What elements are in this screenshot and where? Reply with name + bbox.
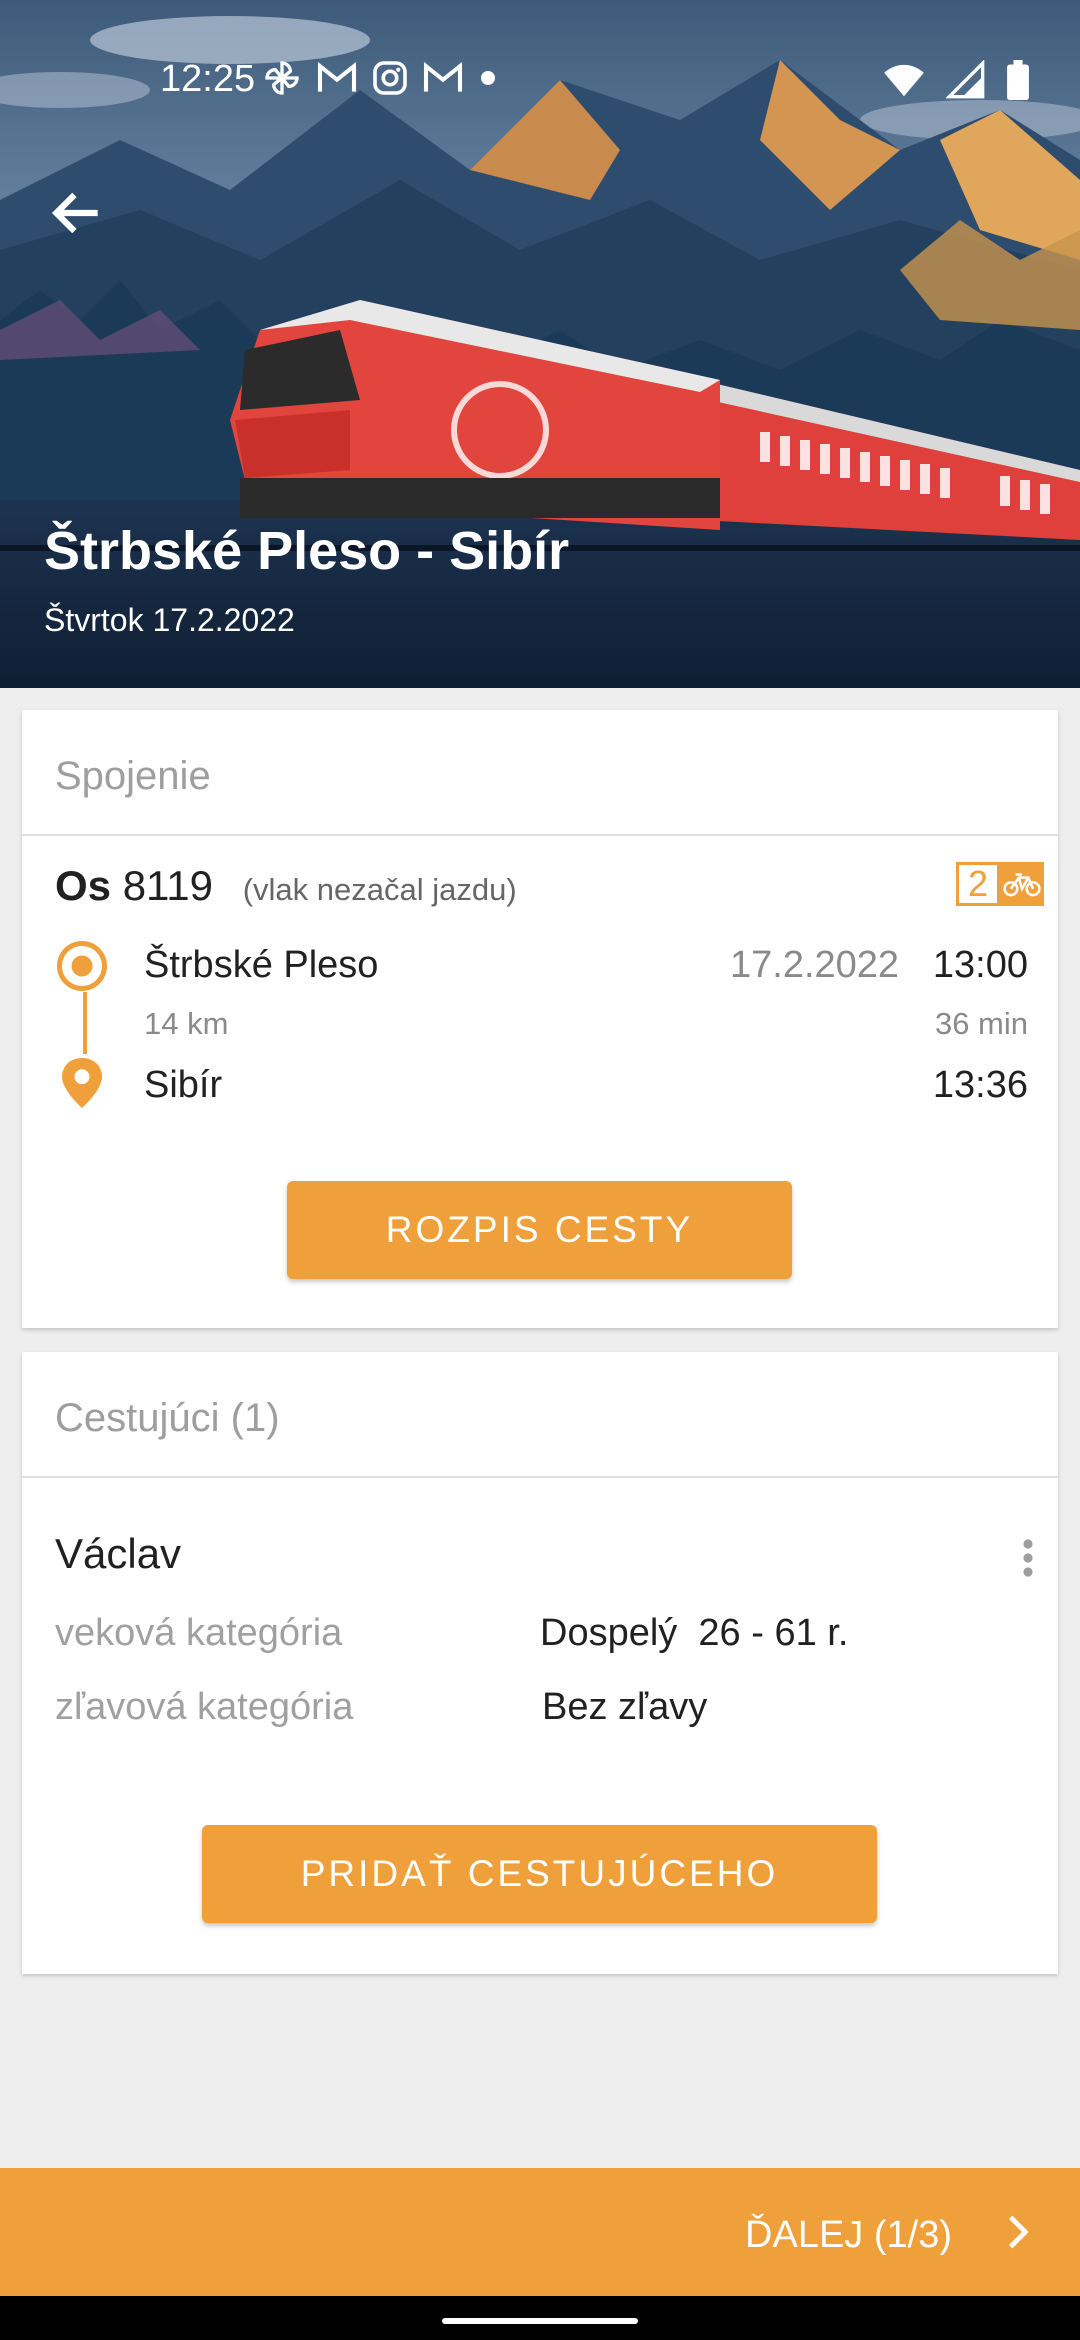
train-info: Os 8119 (vlak nezačal jazdu)	[55, 862, 517, 910]
connection-card: Spojenie Os 8119 (vlak nezačal jazdu) 2 …	[22, 710, 1058, 1328]
passengers-card: Cestujúci (1) Václav veková kategória Do…	[22, 1352, 1058, 1974]
connection-header-label: Spojenie	[55, 754, 211, 798]
age-category-label: veková kategória	[55, 1612, 343, 1654]
connection-card-header: Spojenie	[22, 710, 1058, 836]
hero-header: 12:25 Štrbské Pleso - Sibír Štvrtok 17.2…	[0, 0, 1080, 688]
distance: 14 km	[144, 1006, 229, 1041]
train-category: Os	[55, 862, 112, 909]
route-line	[83, 992, 87, 1054]
origin-target-icon	[57, 941, 107, 991]
train-status: (vlak nezačal jazdu)	[242, 872, 517, 907]
notification-dot-icon	[481, 71, 495, 85]
age-category-value[interactable]: Dospelý 26 - 61 r.	[540, 1612, 848, 1655]
passengers-card-header: Cestujúci (1)	[22, 1352, 1058, 1478]
gmail-icon	[317, 61, 357, 92]
route-title: Štrbské Pleso - Sibír	[44, 521, 570, 581]
next-step-bar[interactable]: ĎALEJ (1/3)	[0, 2168, 1080, 2296]
system-navigation-bar	[0, 2296, 1080, 2340]
discount-category-label: zľavová kategória	[55, 1686, 354, 1728]
passengers-header-label: Cestujúci (1)	[55, 1396, 280, 1440]
add-passenger-button[interactable]: PRIDAŤ CESTUJÚCEHO	[202, 1825, 877, 1923]
wifi-icon	[884, 64, 924, 97]
back-arrow-icon[interactable]	[46, 182, 108, 244]
signal-icon	[946, 60, 985, 99]
more-vertical-icon[interactable]	[1022, 1538, 1034, 1578]
route-date: Štvrtok 17.2.2022	[44, 602, 295, 638]
duration: 36 min	[934, 1006, 1028, 1041]
next-step-label[interactable]: ĎALEJ (1/3)	[745, 2214, 952, 2257]
departure-date: 17.2.2022	[730, 944, 900, 986]
chevron-right-icon[interactable]	[996, 2210, 1040, 2254]
train-number: 8119	[122, 862, 214, 909]
gmail-icon	[423, 61, 463, 92]
status-time: 12:25	[160, 58, 256, 100]
home-gesture-pill[interactable]	[442, 2318, 638, 2324]
departure-time: 13:00	[932, 944, 1028, 986]
discount-category-value[interactable]: Bez zľavy	[542, 1686, 707, 1729]
bicycle-icon	[1000, 862, 1044, 906]
status-bar: 12:25	[0, 0, 1080, 165]
origin-station: Štrbské Pleso	[144, 944, 379, 986]
destination-pin-icon	[62, 1058, 102, 1108]
pinwheel-icon	[265, 61, 299, 95]
passenger-name: Václav	[55, 1530, 182, 1577]
arrival-time: 13:36	[932, 1064, 1028, 1106]
class-badge: 2	[956, 862, 1000, 906]
instagram-icon	[373, 61, 407, 95]
route-details-button[interactable]: ROZPIS CESTY	[287, 1181, 792, 1279]
battery-icon	[1007, 60, 1029, 100]
destination-station: Sibír	[144, 1064, 223, 1106]
